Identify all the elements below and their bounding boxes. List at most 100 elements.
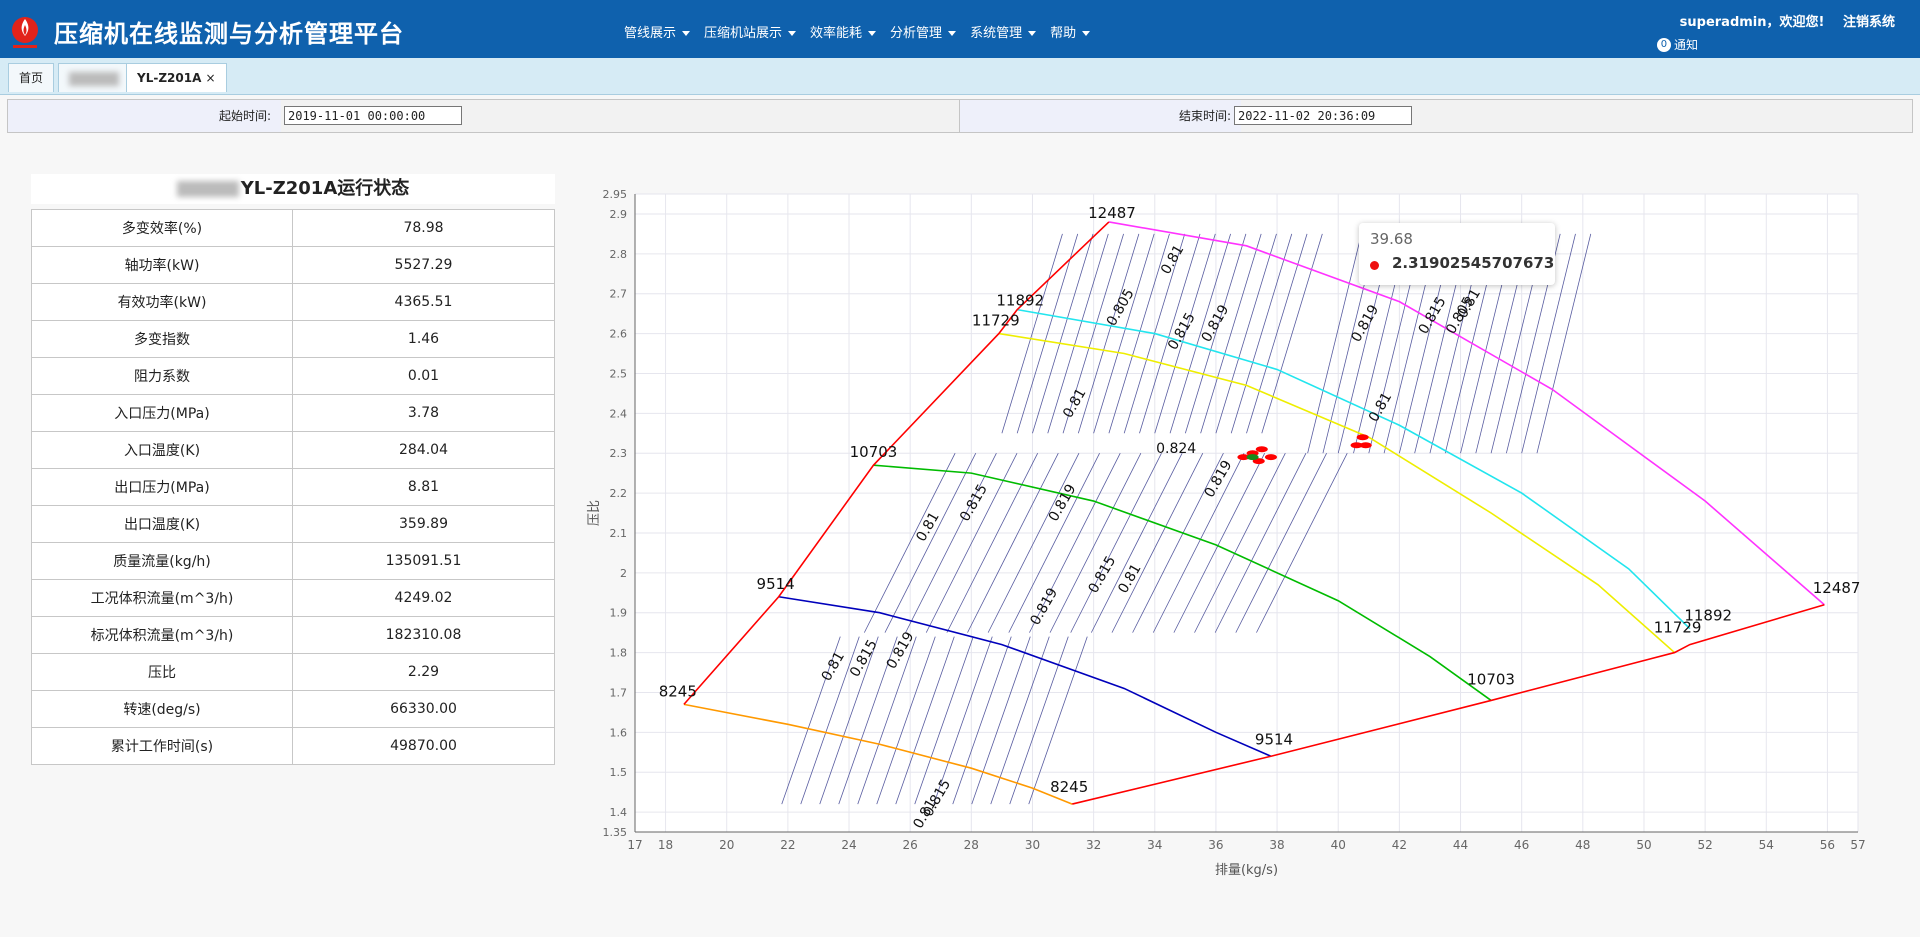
table-row: 多变指数 1.46 — [31, 320, 555, 358]
table-row: 质量流量(kg/h) 135091.51 — [31, 542, 555, 580]
time-filter-bar: 起始时间: 2019-11-01 00:00:00 结束时间: 2022-11-… — [7, 99, 1913, 133]
speed-label: 11729 — [1654, 619, 1702, 637]
speed-label: 9514 — [757, 575, 795, 593]
speed-label: 10703 — [1467, 670, 1515, 688]
operating-point — [1356, 434, 1369, 441]
status-key: 质量流量(kg/h) — [31, 542, 293, 580]
y-tick-label: 2.6 — [610, 328, 628, 341]
nav-station[interactable]: 压缩机站展示 — [704, 22, 797, 41]
plot-background — [635, 194, 1858, 832]
speed-label: 8245 — [659, 682, 697, 700]
status-value: 182310.08 — [292, 616, 555, 654]
status-key: 压比 — [31, 653, 293, 691]
blurred-label — [69, 71, 119, 86]
table-row: 轴功率(kW) 5527.29 — [31, 246, 555, 284]
table-row: 入口压力(MPa) 3.78 — [31, 394, 555, 432]
x-tick-label: 40 — [1331, 838, 1346, 852]
caret-down-icon — [682, 31, 691, 36]
y-tick-label: 1.6 — [610, 726, 628, 739]
x-tick-label: 32 — [1086, 838, 1101, 852]
compressor-performance-chart: 17 18 20 22 24 26 28 30 32 34 36 38 40 42 44 46 48 50 52 54… — [587, 188, 1866, 878]
tooltip-series-dot — [1370, 261, 1379, 270]
x-tick-label: 26 — [903, 838, 918, 852]
y-tick-label: 1.4 — [610, 806, 628, 819]
status-key: 出口温度(K) — [31, 505, 293, 543]
status-value: 284.04 — [292, 431, 555, 469]
tab-home-label: 首页 — [19, 71, 44, 85]
table-row: 标况体积流量(m^3/h) 182310.08 — [31, 616, 555, 654]
y-tick-label: 2 — [620, 567, 627, 580]
notice-badge: 0 — [1656, 37, 1671, 52]
x-tick-label: 28 — [964, 838, 979, 852]
status-value: 0.01 — [292, 357, 555, 395]
logo-icon — [12, 17, 38, 48]
y-axis-title: 压比 — [587, 500, 602, 526]
y-tick-label: 2.3 — [610, 447, 628, 460]
nav-efficiency[interactable]: 效率能耗 — [810, 22, 877, 41]
status-value: 4365.51 — [292, 283, 555, 321]
x-tick-label: 20 — [719, 838, 734, 852]
y-tick-label: 1.9 — [610, 607, 628, 620]
x-tick-label: 30 — [1025, 838, 1040, 852]
logout-link[interactable]: 注销系统 — [1843, 15, 1895, 30]
x-tick-label: 52 — [1697, 838, 1712, 852]
blurred-prefix — [176, 181, 239, 197]
status-value: 5527.29 — [292, 246, 555, 284]
status-key: 标况体积流量(m^3/h) — [31, 616, 293, 654]
notice-label: 通知 — [1673, 38, 1698, 52]
x-tick-label: 18 — [658, 838, 673, 852]
status-title-text: YL-Z201A运行状态 — [240, 178, 410, 199]
start-time-input[interactable]: 2019-11-01 00:00:00 — [284, 106, 462, 125]
x-tick-label: 42 — [1392, 838, 1407, 852]
caret-down-icon — [1028, 31, 1037, 36]
nav-help[interactable]: 帮助 — [1050, 22, 1091, 41]
status-panel-title: YL-Z201A运行状态 — [31, 174, 555, 204]
operating-point — [1264, 454, 1277, 461]
start-time-label: 起始时间: — [8, 100, 281, 132]
status-value: 359.89 — [292, 505, 555, 543]
y-tick-label: 2.9 — [610, 208, 628, 221]
table-row: 转速(deg/s) 66330.00 — [31, 690, 555, 728]
caret-down-icon — [868, 31, 877, 36]
y-tick-label: 2.8 — [610, 248, 628, 261]
y-tick-label: 1.8 — [610, 647, 628, 660]
nav-system[interactable]: 系统管理 — [970, 22, 1037, 41]
x-tick-label: 56 — [1820, 838, 1835, 852]
table-row: 压比 2.29 — [31, 653, 555, 691]
nav-pipeline[interactable]: 管线展示 — [624, 22, 691, 41]
speed-label: 8245 — [1050, 778, 1088, 796]
status-key: 多变效率(%) — [31, 209, 293, 247]
status-key: 累计工作时间(s) — [31, 727, 293, 765]
table-row: 有效功率(kW) 4365.51 — [31, 283, 555, 321]
welcome-text: superadmin，欢迎您! — [1679, 15, 1825, 30]
end-time-input[interactable]: 2022-11-02 20:36:09 — [1234, 106, 1412, 125]
tab-yl-z201a[interactable]: YL-Z201A × — [126, 63, 227, 92]
status-value: 4249.02 — [292, 579, 555, 617]
notice-link[interactable]: 0 通知 — [1656, 36, 1698, 53]
status-value: 3.78 — [292, 394, 555, 432]
table-row: 出口压力(MPa) 8.81 — [31, 468, 555, 506]
x-tick-label: 57 — [1850, 838, 1865, 852]
x-tick-label: 46 — [1514, 838, 1529, 852]
x-tick-label: 54 — [1759, 838, 1774, 852]
speed-label: 9514 — [1255, 730, 1293, 748]
tab-home[interactable]: 首页 — [8, 63, 55, 92]
table-row: 累计工作时间(s) 49870.00 — [31, 727, 555, 765]
status-key: 阻力系数 — [31, 357, 293, 395]
x-tick-label: 38 — [1269, 838, 1284, 852]
nav-analysis[interactable]: 分析管理 — [890, 22, 957, 41]
speed-label: 10703 — [850, 443, 898, 461]
tab-close-icon[interactable]: × — [206, 71, 216, 85]
operating-point — [1255, 446, 1268, 453]
y-tick-label: 2.95 — [603, 188, 628, 201]
speed-label: 12487 — [1813, 579, 1861, 597]
status-key: 入口压力(MPa) — [31, 394, 293, 432]
status-value: 49870.00 — [292, 727, 555, 765]
x-tick-label: 36 — [1208, 838, 1223, 852]
status-value: 66330.00 — [292, 690, 555, 728]
app-title: 压缩机在线监测与分析管理平台 — [54, 20, 404, 48]
y-tick-label: 1.35 — [603, 826, 628, 839]
speed-label: 11892 — [996, 292, 1044, 310]
table-row: 阻力系数 0.01 — [31, 357, 555, 395]
table-row: 入口温度(K) 284.04 — [31, 431, 555, 469]
